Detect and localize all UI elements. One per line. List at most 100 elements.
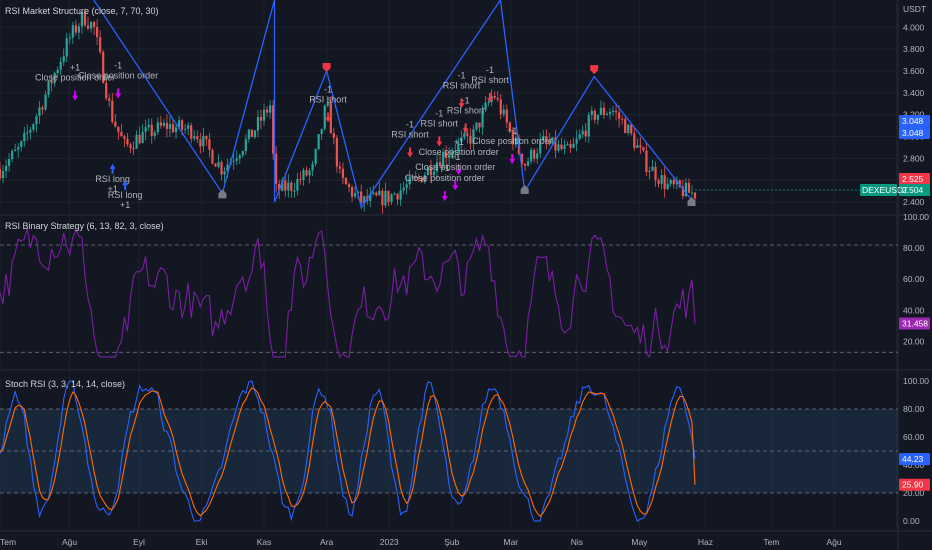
annotation-qty: +1 <box>450 152 460 162</box>
candle-body <box>484 102 487 111</box>
candle-body <box>208 139 211 150</box>
candle-body <box>32 124 35 130</box>
rsi-tick-label: 40.00 <box>903 305 925 315</box>
candle-body <box>235 158 238 161</box>
annotation-qty: +1 <box>440 163 450 173</box>
candle-body <box>332 133 335 138</box>
price-badge-structure-high: 3.048 <box>902 116 924 126</box>
candle-body <box>478 122 481 128</box>
candle-body <box>387 190 390 203</box>
stoch-rsi-title: Stoch RSI (3, 3, 14, 14, close) <box>5 379 125 389</box>
candle-body <box>560 144 563 150</box>
time-axis-label: Eyl <box>133 537 145 547</box>
candle-body <box>138 134 141 144</box>
candle-body <box>105 82 108 99</box>
candle-body <box>605 113 609 116</box>
candle-body <box>144 127 147 132</box>
candle-body <box>129 144 132 149</box>
time-axis-label: Ağu <box>62 537 77 547</box>
candle-body <box>530 149 533 162</box>
candle-body <box>89 22 93 29</box>
candle-body <box>77 26 81 33</box>
candle-body <box>26 132 29 134</box>
candle-body <box>96 26 99 38</box>
stoch-d-last-badge: 25.90 <box>902 480 924 490</box>
candle-body <box>238 155 241 159</box>
candle-body <box>338 166 342 169</box>
annotation-label: RSI short <box>420 119 458 129</box>
candle-body <box>602 107 606 116</box>
candle-body <box>114 121 117 127</box>
candle-body <box>569 144 572 148</box>
candle-body <box>648 171 651 173</box>
trading-chart[interactable]: Close position order+1Close position ord… <box>0 0 932 550</box>
candle-body <box>217 162 220 167</box>
candle-body <box>65 38 68 57</box>
candle-body <box>159 122 162 126</box>
candle-body <box>108 98 111 101</box>
candle-body <box>663 175 666 190</box>
candle-body <box>599 107 603 115</box>
time-axis-label: 2023 <box>380 537 399 547</box>
candle-body <box>399 190 402 200</box>
annotation-label: Close position order <box>415 162 495 172</box>
stoch-tick-label: 0.00 <box>903 516 920 526</box>
candle-body <box>396 193 399 200</box>
candle-body <box>259 116 263 121</box>
candle-body <box>493 95 496 98</box>
candle-body <box>390 194 393 203</box>
candle-body <box>205 135 208 140</box>
candle-body <box>165 122 169 129</box>
annotation-qty: +1 <box>454 137 464 147</box>
symbol-badge-label: DEXEUSDT <box>862 185 908 195</box>
candle-body <box>372 192 375 194</box>
candle-body <box>533 149 536 159</box>
candle-body <box>196 136 199 140</box>
candle-body <box>4 165 8 172</box>
candle-body <box>654 166 657 181</box>
candle-body <box>633 133 636 149</box>
price-tick-label: 3.800 <box>903 44 925 54</box>
price-tick-label: 4.000 <box>903 22 925 32</box>
candle-body <box>287 182 290 191</box>
candle-body <box>174 127 178 133</box>
candle-body <box>171 123 175 133</box>
candle-body <box>92 22 96 27</box>
time-axis-label: Eki <box>196 537 208 547</box>
candle-body <box>35 116 38 125</box>
price-tick-label: 2.800 <box>903 153 925 163</box>
stoch-tick-label: 60.00 <box>903 432 925 442</box>
candle-body <box>262 109 266 121</box>
candle-body <box>475 122 478 130</box>
candle-body <box>618 112 621 119</box>
candle-body <box>624 119 627 134</box>
candle-body <box>141 131 144 144</box>
candle-body <box>193 136 196 139</box>
price-tick-label: 2.400 <box>903 197 925 207</box>
candle-body <box>0 169 2 179</box>
time-axis-label: Şub <box>444 537 459 547</box>
candle-body <box>86 25 90 29</box>
price-badge-last-high: 2.525 <box>902 174 924 184</box>
candle-body <box>29 129 32 133</box>
candle-body <box>247 129 250 140</box>
candle-body <box>184 128 187 130</box>
candle-body <box>311 163 314 171</box>
time-axis-label: Mar <box>504 537 519 547</box>
candle-body <box>614 110 618 113</box>
candle-body <box>132 148 135 150</box>
candle-body <box>120 131 123 137</box>
annotation-label: Close position order <box>405 173 485 183</box>
candle-body <box>190 125 193 139</box>
candle-body <box>11 151 14 160</box>
candle-body <box>496 97 499 100</box>
candle-body <box>575 138 578 144</box>
candle-body <box>611 110 615 113</box>
candle-body <box>639 145 642 148</box>
candle-body <box>608 112 612 114</box>
candle-body <box>645 150 648 173</box>
candle-body <box>62 56 65 62</box>
candle-body <box>505 109 508 123</box>
rsi-tick-label: 60.00 <box>903 274 925 284</box>
candle-body <box>187 125 190 129</box>
